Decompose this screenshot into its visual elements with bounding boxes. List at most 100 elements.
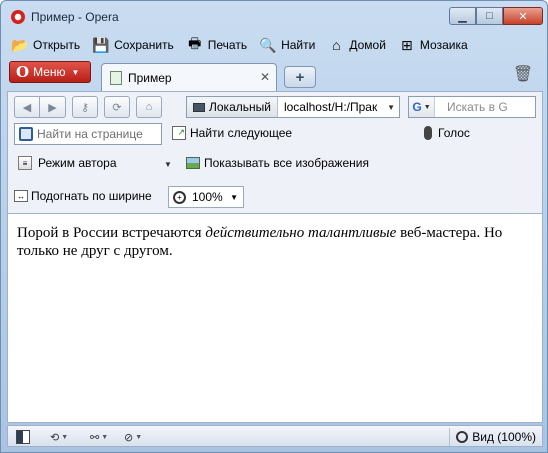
chevron-down-icon: ▼	[71, 67, 80, 77]
title-bar: Пример - Opera ▁ □ ✕	[1, 1, 547, 31]
tab-close-icon[interactable]: ✕	[260, 70, 270, 84]
print-button[interactable]: 🖶 Печать	[184, 34, 249, 56]
zoom-toolbar: ↔ Подогнать по ширине + 100% ▼	[14, 184, 538, 210]
opera-logo-icon	[11, 10, 25, 24]
find-toolbar: Найти на странице ↗ Найти следующее Голо…	[14, 122, 538, 148]
monitor-icon	[193, 102, 205, 112]
forward-button[interactable]: ▶	[40, 96, 66, 118]
find-next-button[interactable]: ↗ Найти следующее	[172, 126, 292, 140]
unite-button[interactable]: ⚯ ▼	[90, 429, 108, 445]
chevron-down-icon: ▼	[101, 433, 109, 441]
image-icon	[186, 157, 200, 169]
page-content: Порой в России встречаются действительно…	[7, 213, 543, 423]
turbo-button[interactable]: ⟲ ▼	[50, 429, 68, 445]
panel-toggle-button[interactable]	[16, 429, 30, 445]
security-label: Локальный	[209, 100, 271, 114]
new-tab-button[interactable]: +	[284, 66, 316, 88]
arrow-right-icon: ▶	[48, 101, 57, 114]
home-icon: ⌂	[332, 37, 341, 53]
floppy-icon: 💾	[92, 36, 110, 53]
minimize-button[interactable]: ▁	[449, 7, 476, 25]
home-nav-button[interactable]: ⌂	[136, 96, 162, 118]
search-engine-selector[interactable]: G ▼	[409, 97, 435, 117]
find-button[interactable]: 🔍 Найти	[257, 34, 317, 56]
save-button[interactable]: 💾 Сохранить	[90, 34, 176, 56]
panel-toggle-icon	[16, 430, 30, 444]
voice-button[interactable]: Голос	[424, 126, 470, 140]
fit-width-icon: ↔	[14, 190, 28, 202]
tab-primer[interactable]: Пример ✕	[101, 63, 277, 91]
fit-to-width-button[interactable]: ↔ Подогнать по ширине	[14, 189, 152, 203]
window-title: Пример - Opera	[31, 10, 119, 24]
zoom-icon: +	[173, 190, 186, 204]
maximize-button[interactable]: □	[476, 7, 503, 25]
zoom-icon	[456, 431, 469, 443]
content-block-button[interactable]: ⊘ ▼	[124, 429, 142, 445]
open-label: Открыть	[33, 38, 81, 52]
url-input[interactable]: localhost/H:/Прак	[278, 100, 384, 114]
chevron-down-icon: ▼	[61, 433, 69, 441]
tab-bar: O Меню ▼ Пример ✕ + 🗑	[1, 59, 547, 91]
find-placeholder: Найти на странице	[37, 127, 143, 141]
zoom-value: 100%	[192, 190, 223, 204]
author-mode-label: Режим автора	[38, 156, 117, 170]
main-toolbar: 📂 Открыть 💾 Сохранить 🖶 Печать 🔍 Найти ⌂…	[9, 33, 470, 57]
chevron-down-icon: ▼	[230, 193, 238, 202]
status-bar: ⟲ ▼ ⚯ ▼ ⊘ ▼ Вид (100%)	[7, 425, 543, 447]
view-zoom-label: Вид (100%)	[472, 430, 536, 444]
reload-button[interactable]: ⟳	[104, 96, 130, 118]
trash-icon[interactable]: 🗑	[513, 62, 533, 86]
menu-label: Меню	[33, 65, 66, 79]
block-icon: ⊘	[124, 431, 134, 444]
key-icon: ⚷	[80, 101, 90, 114]
address-bar[interactable]: Локальный localhost/H:/Прак ▼	[186, 96, 400, 118]
microphone-icon	[424, 126, 432, 140]
search-input[interactable]: Искать в G	[435, 100, 508, 114]
reload-icon: ⟳	[112, 101, 122, 114]
window-controls: ▁ □ ✕	[449, 7, 543, 25]
browser-window: Пример - Opera ▁ □ ✕ 📂 Открыть 💾 Сохрани…	[0, 0, 548, 453]
chevron-down-icon: ▼	[135, 433, 143, 441]
show-images-label: Показывать все изображения	[204, 156, 369, 170]
content-emphasis: действительно талантливые	[205, 225, 397, 241]
back-button[interactable]: ◀	[14, 96, 40, 118]
search-box[interactable]: G ▼ Искать в G	[408, 96, 536, 118]
tab-title: Пример	[128, 70, 172, 85]
open-button[interactable]: 📂 Открыть	[9, 34, 82, 56]
page-icon	[110, 70, 122, 85]
toolbar-panel: ◀ ▶ ⚷ ⟳ ⌂ Локальный localhost/H:/Прак ▼ …	[7, 91, 543, 213]
search-icon: 🔍	[259, 36, 277, 53]
home-label: Домой	[349, 38, 386, 52]
home-icon: ⌂	[145, 101, 153, 113]
find-next-icon: ↗	[172, 126, 186, 140]
save-label: Сохранить	[114, 38, 174, 52]
print-label: Печать	[207, 38, 248, 52]
chevron-down-icon[interactable]: ▼	[387, 103, 395, 112]
zoom-select[interactable]: + 100% ▼	[168, 186, 244, 208]
speed-dial-label: Мозаика	[419, 38, 468, 52]
speed-dial-icon: ⊞	[401, 36, 413, 53]
network-icon: ⚯	[90, 431, 100, 444]
find-next-label: Найти следующее	[190, 126, 293, 140]
folder-icon: 📂	[11, 36, 29, 53]
google-icon: G	[412, 100, 422, 114]
show-images-button[interactable]: Показывать все изображения	[186, 156, 369, 170]
content-text-before: Порой в России встречаются	[17, 225, 206, 241]
author-mode-button[interactable]: ≡ Режим автора	[18, 156, 117, 170]
wand-button[interactable]: ⚷	[72, 96, 98, 118]
find-in-page-input[interactable]: Найти на странице	[14, 123, 162, 145]
speed-dial-button[interactable]: ⊞ Мозаика	[396, 34, 470, 56]
view-zoom-button[interactable]: Вид (100%)	[449, 428, 536, 446]
chevron-down-icon[interactable]: ▼	[164, 160, 172, 169]
navigation-buttons: ◀ ▶ ⚷ ⟳ ⌂	[14, 96, 162, 118]
find-label: Найти	[281, 38, 316, 52]
security-badge[interactable]: Локальный	[187, 97, 278, 117]
fit-to-width-label: Подогнать по ширине	[31, 189, 152, 203]
opera-menu-button[interactable]: O Меню ▼	[9, 61, 91, 83]
arrow-left-icon: ◀	[22, 101, 32, 114]
close-button[interactable]: ✕	[503, 7, 543, 25]
opera-o-icon: O	[16, 63, 30, 81]
sync-icon: ⟲	[50, 431, 60, 444]
voice-label: Голос	[438, 126, 470, 140]
home-button[interactable]: ⌂ Домой	[325, 34, 388, 56]
